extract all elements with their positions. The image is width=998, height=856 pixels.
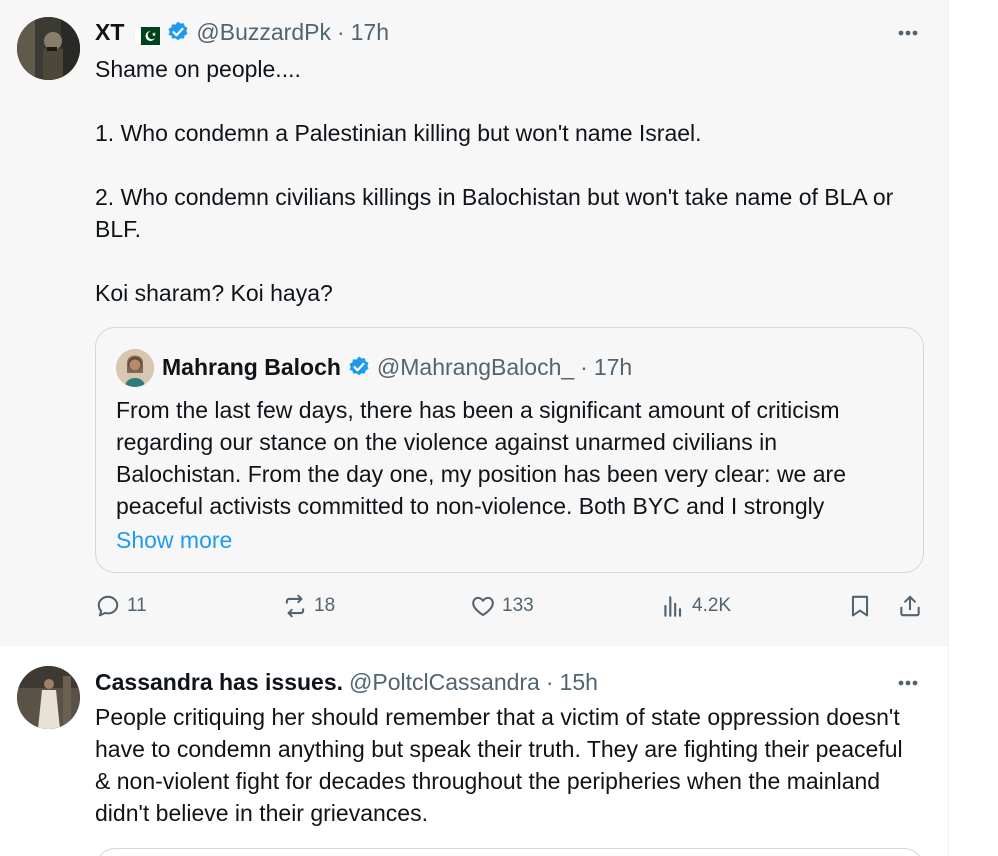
tweet[interactable]: Cassandra has issues. @PoltclCassandra ·…: [0, 645, 948, 856]
bookmark-button[interactable]: [847, 593, 873, 619]
more-horizontal-icon[interactable]: [894, 19, 922, 47]
avatar[interactable]: [17, 17, 80, 80]
tweet[interactable]: XT @BuzzardPk · 17h Shame on people.... …: [0, 0, 948, 645]
avatar-image: [17, 17, 80, 80]
timestamp[interactable]: 17h: [351, 18, 389, 46]
tweet-text: People critiquing her should remember th…: [95, 704, 910, 826]
user-handle[interactable]: @PoltclCassandra: [349, 668, 540, 696]
separator-dot: ·: [580, 354, 588, 380]
quoted-tweet[interactable]: [95, 848, 924, 856]
display-name[interactable]: XT: [95, 18, 124, 46]
like-count: 133: [502, 595, 534, 616]
column-divider: [948, 0, 949, 856]
views-button[interactable]: 4.2K: [660, 593, 731, 619]
quote-text: From the last few days, there has been a…: [116, 397, 846, 519]
quote-display-name[interactable]: Mahrang Baloch: [162, 353, 341, 381]
avatar-image: [17, 666, 80, 729]
bookmark-icon: [851, 595, 869, 617]
repost-icon: [285, 594, 305, 618]
quote-avatar[interactable]: [116, 349, 154, 387]
quoted-tweet[interactable]: Mahrang Baloch @MahrangBaloch_ · 17h Fro…: [95, 327, 924, 573]
reply-count: 11: [127, 595, 147, 616]
quote-user-handle[interactable]: @MahrangBaloch_: [377, 353, 574, 381]
tweet-header: XT @BuzzardPk · 17h: [95, 18, 389, 46]
separator-dot: ·: [545, 669, 554, 695]
tweet-actions: 11 18 133 4.2K: [0, 593, 948, 625]
user-handle[interactable]: @BuzzardPk: [196, 18, 331, 46]
pakistan-flag-icon: [134, 23, 161, 46]
view-count: 4.2K: [692, 595, 732, 616]
repost-count: 18: [314, 595, 336, 616]
reply-icon: [97, 595, 119, 617]
quote-header: Mahrang Baloch @MahrangBaloch_ · 17h: [162, 353, 632, 381]
separator-dot: ·: [336, 19, 345, 45]
analytics-icon: [664, 596, 682, 617]
quote-avatar-image: [116, 349, 154, 387]
verified-badge-icon[interactable]: [347, 355, 371, 379]
more-horizontal-icon[interactable]: [894, 669, 922, 697]
heart-icon: [472, 596, 494, 617]
timeline: XT @BuzzardPk · 17h Shame on people.... …: [0, 0, 998, 856]
share-icon: [900, 595, 920, 617]
tweet-header: Cassandra has issues. @PoltclCassandra ·…: [95, 668, 598, 696]
display-name[interactable]: Cassandra has issues.: [95, 668, 343, 696]
tweet-text: Shame on people.... 1. Who condemn a Pal…: [95, 56, 894, 306]
repost-button[interactable]: 18: [282, 593, 335, 619]
quote-timestamp[interactable]: 17h: [594, 353, 632, 381]
avatar[interactable]: [17, 666, 80, 729]
share-button[interactable]: [897, 593, 923, 619]
timestamp[interactable]: 15h: [560, 668, 598, 696]
reply-button[interactable]: 11: [95, 593, 147, 619]
like-button[interactable]: 133: [470, 593, 534, 619]
verified-badge-icon[interactable]: [166, 20, 190, 44]
show-more-link[interactable]: Show more: [116, 524, 232, 556]
